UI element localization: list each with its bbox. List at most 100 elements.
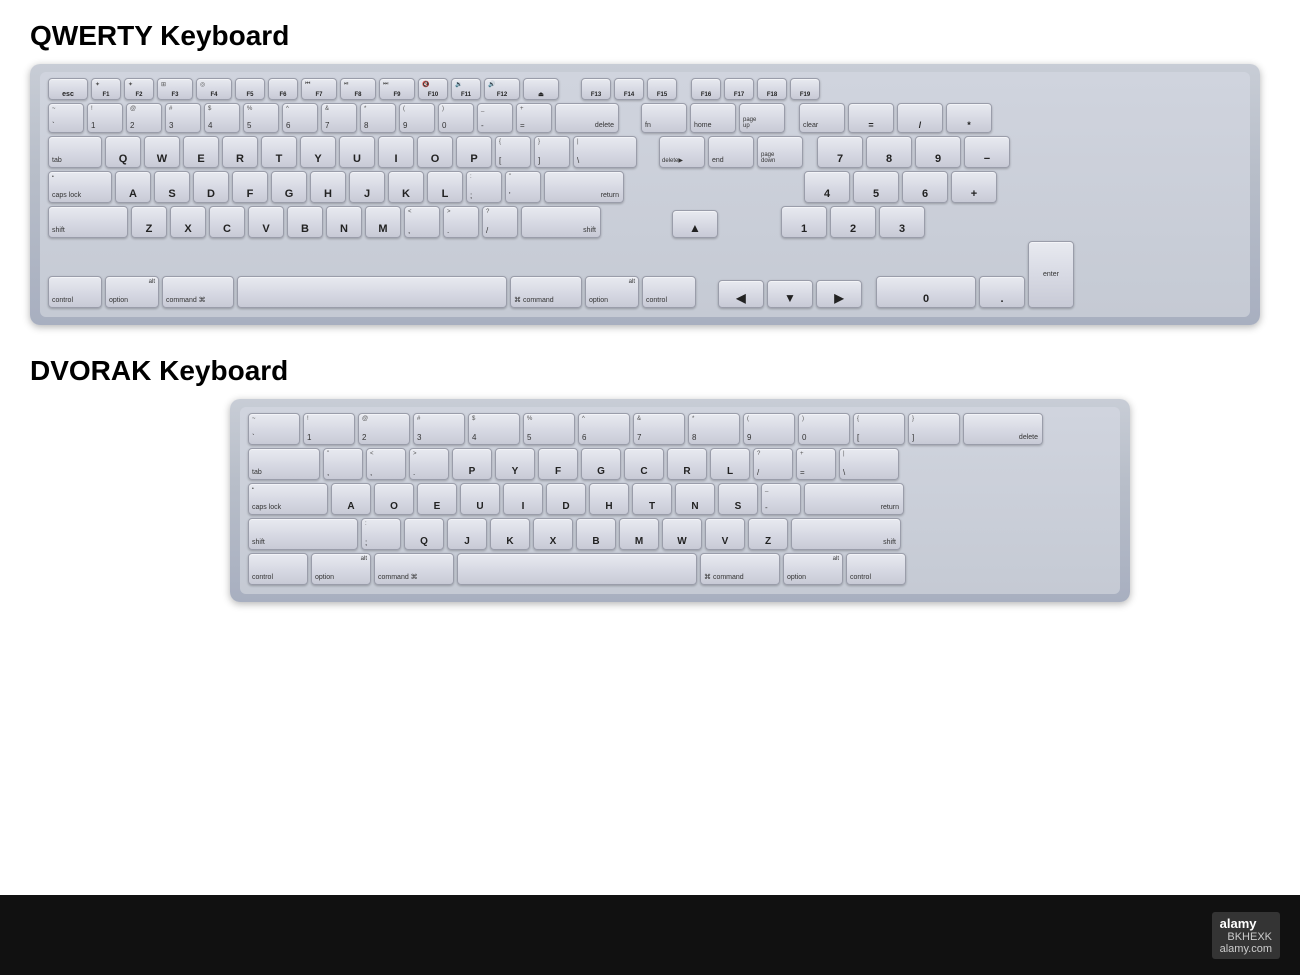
key-l[interactable]: L bbox=[427, 171, 463, 203]
key-option-right[interactable]: altoption bbox=[585, 276, 639, 308]
key-lbracket[interactable]: {[ bbox=[495, 136, 531, 168]
key-backslash[interactable]: |\ bbox=[573, 136, 637, 168]
key-numpad-slash[interactable]: / bbox=[897, 103, 943, 133]
dv-key-1[interactable]: !1 bbox=[303, 413, 355, 445]
dv-key-c[interactable]: C bbox=[624, 448, 664, 480]
key-numpad-6[interactable]: 6 bbox=[902, 171, 948, 203]
key-f18[interactable]: F18 bbox=[757, 78, 787, 100]
dv-key-k[interactable]: K bbox=[490, 518, 530, 550]
key-f1[interactable]: ✦F1 bbox=[91, 78, 121, 100]
dv-key-0[interactable]: )0 bbox=[798, 413, 850, 445]
dv-key-tab[interactable]: tab bbox=[248, 448, 320, 480]
dv-key-quote[interactable]: ", bbox=[323, 448, 363, 480]
dv-key-4[interactable]: $4 bbox=[468, 413, 520, 445]
key-h[interactable]: H bbox=[310, 171, 346, 203]
key-numpad-0[interactable]: 0 bbox=[876, 276, 976, 308]
key-home[interactable]: home bbox=[690, 103, 736, 133]
key-9[interactable]: (9 bbox=[399, 103, 435, 133]
dv-key-return[interactable]: return bbox=[804, 483, 904, 515]
key-tab[interactable]: tab bbox=[48, 136, 102, 168]
dv-key-command-right[interactable]: ⌘ command bbox=[700, 553, 780, 585]
key-command-left[interactable]: command ⌘ bbox=[162, 276, 234, 308]
dv-key-r[interactable]: R bbox=[667, 448, 707, 480]
key-6[interactable]: ^6 bbox=[282, 103, 318, 133]
key-w[interactable]: W bbox=[144, 136, 180, 168]
dv-key-w[interactable]: W bbox=[662, 518, 702, 550]
key-e[interactable]: E bbox=[183, 136, 219, 168]
dv-key-q[interactable]: Q bbox=[404, 518, 444, 550]
dv-key-d[interactable]: D bbox=[546, 483, 586, 515]
key-minus[interactable]: _- bbox=[477, 103, 513, 133]
key-numpad-dot[interactable]: . bbox=[979, 276, 1025, 308]
key-numpad-8[interactable]: 8 bbox=[866, 136, 912, 168]
key-g[interactable]: G bbox=[271, 171, 307, 203]
dv-key-e[interactable]: E bbox=[417, 483, 457, 515]
key-pagedown[interactable]: pagedown bbox=[757, 136, 803, 168]
dv-key-plus[interactable]: += bbox=[796, 448, 836, 480]
dv-key-f[interactable]: F bbox=[538, 448, 578, 480]
key-n[interactable]: N bbox=[326, 206, 362, 238]
key-d[interactable]: D bbox=[193, 171, 229, 203]
key-arrow-left[interactable]: ◀ bbox=[718, 280, 764, 308]
key-comma[interactable]: <, bbox=[404, 206, 440, 238]
key-f7[interactable]: ⏮F7 bbox=[301, 78, 337, 100]
key-arrow-up[interactable]: ▲ bbox=[672, 210, 718, 238]
key-k[interactable]: K bbox=[388, 171, 424, 203]
dv-key-option-left[interactable]: altoption bbox=[311, 553, 371, 585]
key-numpad-star[interactable]: * bbox=[946, 103, 992, 133]
dv-key-v[interactable]: V bbox=[705, 518, 745, 550]
dv-key-b[interactable]: B bbox=[576, 518, 616, 550]
key-delete[interactable]: delete bbox=[555, 103, 619, 133]
key-b[interactable]: B bbox=[287, 206, 323, 238]
key-3[interactable]: #3 bbox=[165, 103, 201, 133]
key-numpad-4[interactable]: 4 bbox=[804, 171, 850, 203]
key-x[interactable]: X bbox=[170, 206, 206, 238]
key-control-right[interactable]: control bbox=[642, 276, 696, 308]
key-f8[interactable]: ⏯F8 bbox=[340, 78, 376, 100]
dv-key-minus[interactable]: _- bbox=[761, 483, 801, 515]
key-quote[interactable]: "' bbox=[505, 171, 541, 203]
dv-key-g[interactable]: G bbox=[581, 448, 621, 480]
dv-key-m[interactable]: M bbox=[619, 518, 659, 550]
dv-key-space[interactable] bbox=[457, 553, 697, 585]
key-f16[interactable]: F16 bbox=[691, 78, 721, 100]
dv-key-p[interactable]: P bbox=[452, 448, 492, 480]
key-f9[interactable]: ⏭F9 bbox=[379, 78, 415, 100]
dv-key-x[interactable]: X bbox=[533, 518, 573, 550]
key-numpad-1[interactable]: 1 bbox=[781, 206, 827, 238]
key-f3[interactable]: ⊞F3 bbox=[157, 78, 193, 100]
key-numpad-minus[interactable]: − bbox=[964, 136, 1010, 168]
dv-key-period[interactable]: >. bbox=[409, 448, 449, 480]
key-f4[interactable]: ◎F4 bbox=[196, 78, 232, 100]
key-numpad-5[interactable]: 5 bbox=[853, 171, 899, 203]
dv-key-8[interactable]: *8 bbox=[688, 413, 740, 445]
dv-key-control-right[interactable]: control bbox=[846, 553, 906, 585]
key-f14[interactable]: F14 bbox=[614, 78, 644, 100]
dv-key-u[interactable]: U bbox=[460, 483, 500, 515]
key-f2[interactable]: ✦F2 bbox=[124, 78, 154, 100]
key-f[interactable]: F bbox=[232, 171, 268, 203]
key-period[interactable]: >. bbox=[443, 206, 479, 238]
dv-key-2[interactable]: @2 bbox=[358, 413, 410, 445]
dv-key-lbracket[interactable]: {[ bbox=[853, 413, 905, 445]
dv-key-3[interactable]: #3 bbox=[413, 413, 465, 445]
key-command-right[interactable]: ⌘ command bbox=[510, 276, 582, 308]
key-equals[interactable]: += bbox=[516, 103, 552, 133]
dv-key-y[interactable]: Y bbox=[495, 448, 535, 480]
dv-key-h[interactable]: H bbox=[589, 483, 629, 515]
key-s[interactable]: S bbox=[154, 171, 190, 203]
key-z[interactable]: Z bbox=[131, 206, 167, 238]
key-5[interactable]: %5 bbox=[243, 103, 279, 133]
key-eject[interactable]: ⏏ bbox=[523, 78, 559, 100]
key-4[interactable]: $4 bbox=[204, 103, 240, 133]
key-delete-fwd[interactable]: delete▶ bbox=[659, 136, 705, 168]
key-f6[interactable]: F6 bbox=[268, 78, 298, 100]
key-option-left[interactable]: altoption bbox=[105, 276, 159, 308]
dv-key-delete[interactable]: delete bbox=[963, 413, 1043, 445]
key-space[interactable] bbox=[237, 276, 507, 308]
key-f11[interactable]: 🔉F11 bbox=[451, 78, 481, 100]
key-arrow-down[interactable]: ▼ bbox=[767, 280, 813, 308]
key-rbracket[interactable]: }] bbox=[534, 136, 570, 168]
key-fn[interactable]: fn bbox=[641, 103, 687, 133]
dv-key-n[interactable]: N bbox=[675, 483, 715, 515]
